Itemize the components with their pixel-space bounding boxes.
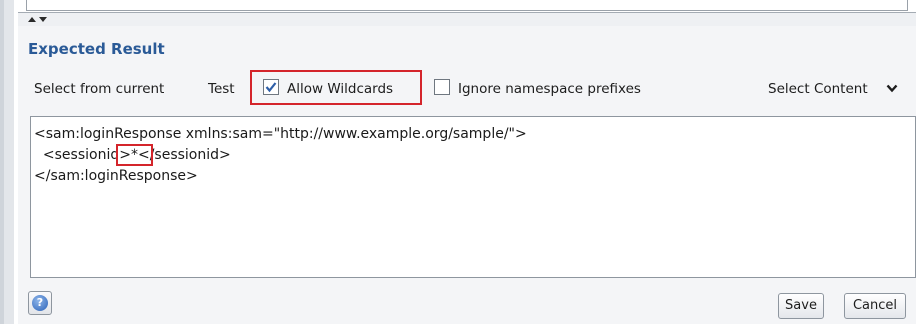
left-edge-strip bbox=[0, 0, 14, 324]
section-title: Expected Result bbox=[28, 40, 165, 58]
footer: ? Save Cancel bbox=[18, 282, 916, 324]
wildcard-highlight: >*< bbox=[116, 144, 153, 166]
code-line-2-prefix: <sessionid bbox=[34, 147, 120, 163]
toolbar: Select from current Test Allow Wildcards… bbox=[18, 70, 916, 105]
allow-wildcards-checkbox[interactable] bbox=[263, 79, 279, 95]
splitter-bar[interactable] bbox=[18, 13, 916, 26]
ignore-namespace-checkbox[interactable] bbox=[434, 79, 450, 95]
help-button[interactable]: ? bbox=[28, 291, 52, 315]
help-icon: ? bbox=[32, 295, 48, 311]
save-button[interactable]: Save bbox=[778, 293, 824, 319]
code-line-1: <sam:loginResponse xmlns:sam="http://www… bbox=[34, 126, 527, 142]
checkmark-icon bbox=[265, 82, 277, 93]
cancel-button[interactable]: Cancel bbox=[844, 293, 906, 319]
select-from-current-button[interactable]: Select from current bbox=[34, 81, 164, 97]
expand-collapse-icon[interactable] bbox=[28, 16, 48, 24]
code-line-2-suffix: /sessionid> bbox=[149, 147, 231, 163]
select-content-dropdown[interactable]: Select Content bbox=[768, 81, 868, 97]
expected-result-editor[interactable]: <sam:loginResponse xmlns:sam="http://www… bbox=[30, 116, 916, 278]
expected-result-section: Expected Result Select from current Test… bbox=[18, 26, 916, 324]
top-panel bbox=[18, 0, 916, 13]
left-edge-shade bbox=[0, 0, 4, 324]
code-line-3: </sam:loginResponse> bbox=[34, 168, 198, 184]
allow-wildcards-label[interactable]: Allow Wildcards bbox=[287, 81, 393, 97]
top-panel-editor-edge bbox=[26, 0, 908, 11]
code-line-2: <sessionid>*</sessionid> bbox=[34, 144, 231, 166]
chevron-down-icon[interactable] bbox=[886, 84, 898, 93]
test-button[interactable]: Test bbox=[208, 81, 235, 97]
ignore-namespace-label[interactable]: Ignore namespace prefixes bbox=[458, 81, 641, 97]
